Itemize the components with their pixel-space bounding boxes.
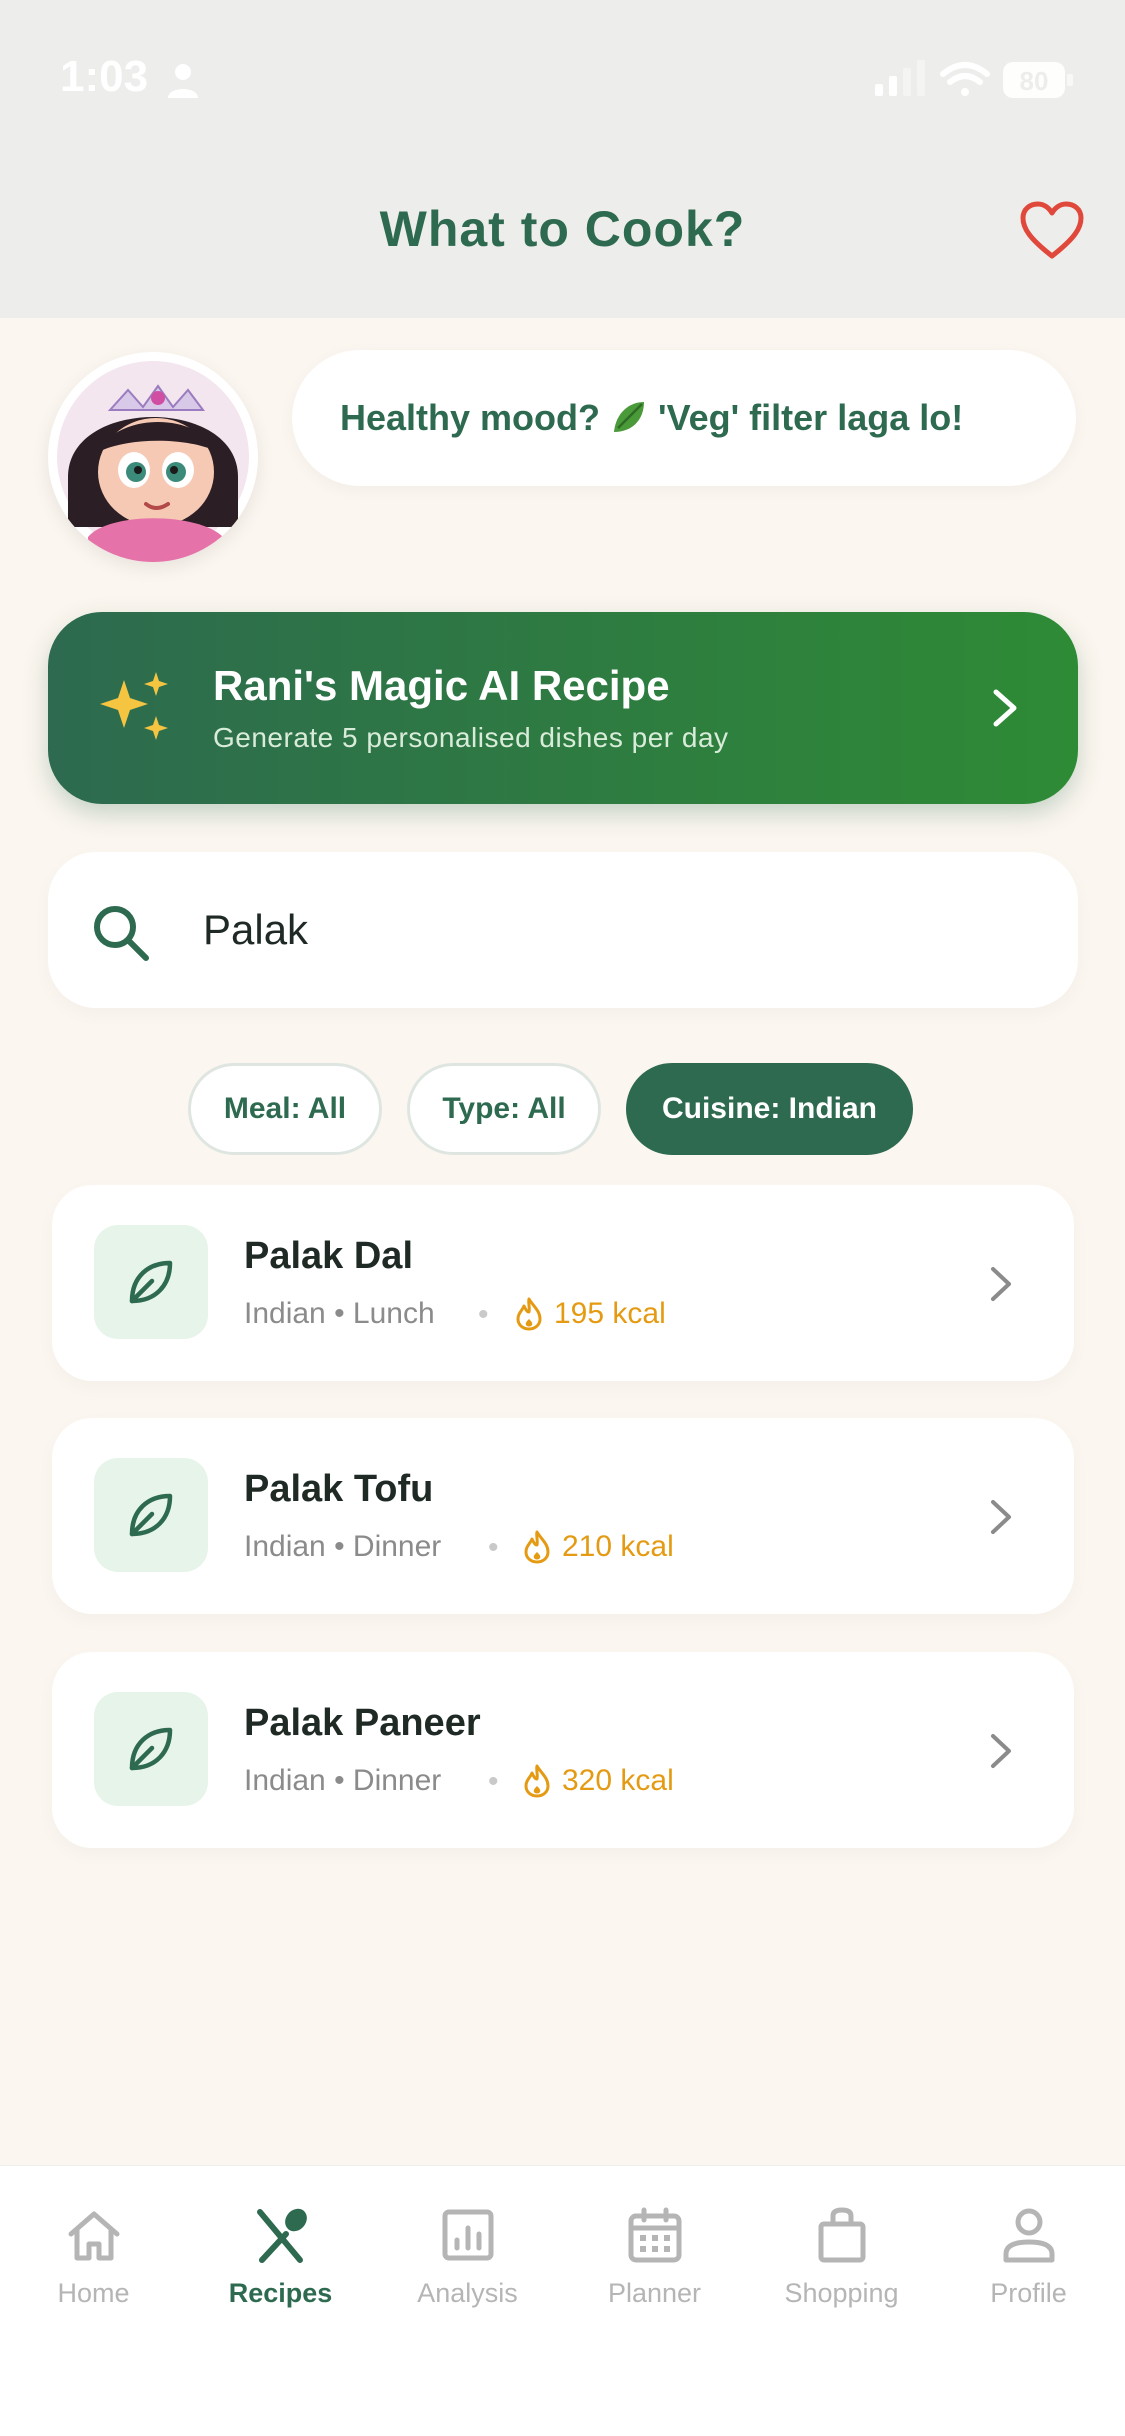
mascot-avatar bbox=[48, 352, 258, 562]
recipe-meta: Indian • Dinner bbox=[244, 1530, 442, 1563]
recipe-kcal: 210 kcal bbox=[562, 1530, 674, 1563]
recipe-icon-tile bbox=[94, 1458, 208, 1572]
battery-level: 80 bbox=[1020, 66, 1049, 96]
nav-home[interactable]: Home bbox=[0, 2204, 187, 2334]
nav-profile[interactable]: Profile bbox=[935, 2204, 1122, 2334]
recipe-title: Palak Tofu bbox=[244, 1468, 434, 1510]
recipe-icon-tile bbox=[94, 1692, 208, 1806]
home-icon bbox=[68, 2211, 119, 2261]
flame-icon bbox=[516, 1297, 542, 1331]
nav-analysis[interactable]: Analysis bbox=[374, 2204, 561, 2334]
chart-icon bbox=[442, 2209, 493, 2261]
magic-card-subtitle: Generate 5 personalised dishes per day bbox=[213, 722, 729, 753]
nav-label: Recipes bbox=[228, 2278, 333, 2308]
recipe-card[interactable]: Palak Paneer Indian • Dinner • 320 kcal bbox=[52, 1652, 1074, 1848]
chevron-right-icon bbox=[991, 1267, 1011, 1301]
bubble-text: Healthy mood? 'Veg' filter laga lo! bbox=[340, 397, 964, 438]
dot-separator: • bbox=[478, 1298, 489, 1331]
nav-shopping[interactable]: Shopping bbox=[748, 2204, 935, 2334]
status-time: 1:03 bbox=[60, 52, 149, 101]
nav-label: Profile bbox=[990, 2278, 1067, 2308]
leafy-green-icon bbox=[614, 402, 645, 432]
recipe-meta: Indian • Lunch bbox=[244, 1297, 435, 1330]
recipe-title: Palak Paneer bbox=[244, 1702, 481, 1744]
flame-icon bbox=[524, 1530, 550, 1564]
recipe-kcal: 195 kcal bbox=[554, 1297, 666, 1330]
screen: 1:03 80 What to Cook? Healthy mood? 'Veg… bbox=[0, 0, 1125, 2436]
nav-label: Planner bbox=[607, 2278, 702, 2308]
calendar-icon bbox=[628, 2207, 681, 2263]
nav-planner[interactable]: Planner bbox=[561, 2204, 748, 2334]
nav-recipes[interactable]: Recipes bbox=[187, 2204, 374, 2334]
wifi-icon bbox=[940, 62, 990, 96]
filter-chip-meal[interactable]: Meal: All bbox=[188, 1063, 382, 1155]
search-input[interactable] bbox=[203, 890, 1023, 970]
magic-ai-recipe-card[interactable]: Rani's Magic AI Recipe Generate 5 person… bbox=[48, 612, 1078, 804]
filter-chip-cuisine[interactable]: Cuisine: Indian bbox=[626, 1063, 913, 1155]
page-title: What to Cook? bbox=[379, 201, 746, 257]
leaf-icon bbox=[129, 1260, 173, 1304]
header: 1:03 80 What to Cook? bbox=[0, 0, 1125, 318]
leaf-icon bbox=[129, 1727, 173, 1771]
leaf-icon bbox=[129, 1493, 173, 1537]
dot-separator: • bbox=[488, 1765, 499, 1798]
status-icons: 80 bbox=[875, 60, 1073, 98]
heart-icon[interactable] bbox=[1019, 200, 1085, 262]
chevron-right-icon bbox=[991, 1734, 1011, 1768]
recipe-title: Palak Dal bbox=[244, 1235, 413, 1277]
filter-chip-type[interactable]: Type: All bbox=[407, 1063, 601, 1155]
recipe-meta: Indian • Dinner bbox=[244, 1764, 442, 1797]
search-bar bbox=[48, 852, 1078, 1008]
utensils-icon bbox=[256, 2208, 307, 2263]
mascot-image bbox=[57, 361, 249, 562]
bottom-nav: Home Recipes Analysis Planner Shopping P… bbox=[0, 2165, 1125, 2436]
magic-card-title: Rani's Magic AI Recipe bbox=[213, 662, 670, 709]
chevron-right-icon bbox=[991, 1500, 1011, 1534]
search-icon bbox=[94, 906, 149, 961]
recipe-card[interactable]: Palak Dal Indian • Lunch • 195 kcal bbox=[52, 1185, 1074, 1381]
sparkle-icon bbox=[100, 672, 168, 740]
recipe-kcal: 320 kcal bbox=[562, 1764, 674, 1797]
bag-icon bbox=[818, 2207, 865, 2263]
flame-icon bbox=[524, 1764, 550, 1798]
recipe-icon-tile bbox=[94, 1225, 208, 1339]
nav-label: Home bbox=[57, 2278, 130, 2308]
recipe-card[interactable]: Palak Tofu Indian • Dinner • 210 kcal bbox=[52, 1418, 1074, 1614]
nav-label: Analysis bbox=[417, 2278, 518, 2308]
mascot-speech-bubble: Healthy mood? 'Veg' filter laga lo! bbox=[292, 350, 1076, 486]
person-status-icon bbox=[168, 64, 198, 98]
chevron-right-icon bbox=[993, 689, 1017, 727]
person-icon bbox=[1003, 2208, 1054, 2263]
nav-label: Shopping bbox=[784, 2278, 899, 2308]
signal-icon bbox=[875, 60, 925, 96]
dot-separator: • bbox=[488, 1531, 499, 1564]
